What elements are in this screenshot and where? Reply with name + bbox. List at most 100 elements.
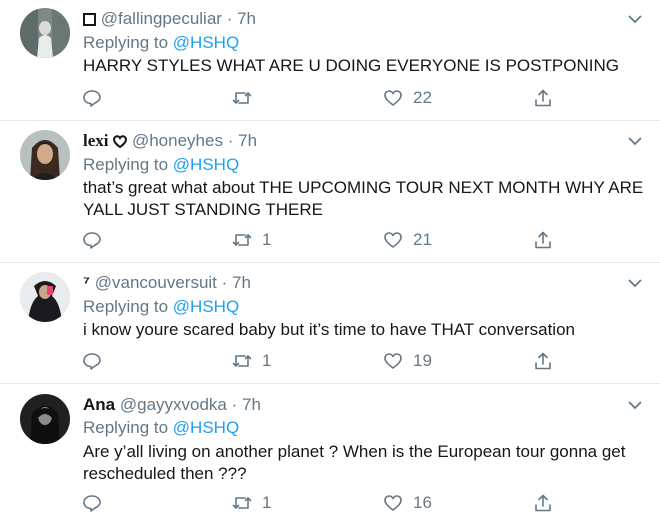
like-count: 16 [413, 493, 432, 512]
share-button[interactable] [533, 227, 553, 253]
display-name[interactable]: lexi [83, 131, 109, 150]
replying-to-label: Replying to [83, 155, 169, 174]
user-handle[interactable]: @vancouversuit [95, 273, 217, 292]
retweet-button[interactable]: 1 [232, 348, 271, 374]
tweet-actions: 1 16 [0, 490, 660, 516]
retweet-button[interactable]: 1 [232, 227, 271, 253]
mention-link[interactable]: @HSHQ [173, 155, 239, 174]
tweet-text-line: i know youre scared baby but it’s time t… [83, 320, 575, 339]
chevron-down-icon[interactable] [626, 396, 644, 414]
timestamp[interactable]: 7h [232, 273, 251, 292]
tweet-text: that’s great what about THE UPCOMING TOU… [83, 177, 653, 221]
replying-to-label: Replying to [83, 297, 169, 316]
chevron-down-icon[interactable] [626, 10, 644, 28]
timestamp[interactable]: 7h [238, 131, 257, 150]
replying-to: Replying to @HSHQ [83, 32, 239, 54]
retweet-count: 1 [262, 493, 272, 512]
like-count: 21 [413, 230, 432, 249]
tweet-text-line: YALL JUST STANDING THERE [83, 200, 323, 219]
replying-to-label: Replying to [83, 33, 169, 52]
heart-icon [384, 232, 402, 248]
heart-outline-icon [113, 132, 128, 154]
user-handle[interactable]: @fallingpeculiar [101, 9, 222, 28]
reply-button[interactable] [82, 348, 102, 374]
tweet-text: Are y’all living on another planet ? Whe… [83, 441, 653, 485]
retweet-button[interactable] [232, 85, 262, 111]
mention-link[interactable]: @HSHQ [173, 297, 239, 316]
divider [0, 383, 660, 384]
display-name[interactable]: Ana [83, 395, 115, 414]
like-button[interactable]: 22 [383, 85, 432, 111]
share-button[interactable] [533, 348, 553, 374]
avatar-image [20, 8, 70, 58]
divider [0, 120, 660, 121]
tweet-text-line: Are y’all living on another planet ? Whe… [83, 442, 626, 461]
reply-button[interactable] [82, 490, 102, 516]
mention-link[interactable]: @HSHQ [173, 418, 239, 437]
tweet-text-line: HARRY STYLES WHAT ARE U DOING EVERYONE I… [83, 56, 619, 75]
avatar-image [20, 394, 70, 444]
avatar[interactable] [20, 272, 70, 322]
replying-to: Replying to @HSHQ [83, 296, 239, 318]
share-button[interactable] [533, 85, 553, 111]
reply-button[interactable] [82, 227, 102, 253]
separator: · [226, 9, 233, 28]
chevron-down-icon[interactable] [626, 132, 644, 150]
reply-icon [83, 353, 101, 370]
timestamp[interactable]: 7h [237, 9, 256, 28]
tweet-header: ⁷ @vancouversuit · 7h [83, 272, 251, 294]
mention-link[interactable]: @HSHQ [173, 33, 239, 52]
like-button[interactable]: 19 [383, 348, 432, 374]
tweet-header: Ana @gayyxvodka · 7h [83, 394, 261, 416]
like-count: 22 [413, 88, 432, 107]
tweet-header: @fallingpeculiar · 7h [83, 8, 256, 30]
avatar-image [20, 272, 70, 322]
user-handle[interactable]: @honeyhes [132, 131, 223, 150]
share-button[interactable] [533, 490, 553, 516]
share-icon [535, 231, 551, 249]
tweet-text-line: that’s great what about THE UPCOMING TOU… [83, 178, 644, 197]
heart-icon [384, 495, 402, 511]
like-count: 19 [413, 351, 432, 370]
avatar[interactable] [20, 8, 70, 58]
heart-icon [384, 90, 402, 106]
retweet-button[interactable]: 1 [232, 490, 271, 516]
reply-icon [83, 90, 101, 107]
retweet-icon [232, 234, 252, 246]
retweet-icon [232, 355, 252, 367]
avatar[interactable] [20, 130, 70, 180]
display-name[interactable]: ⁷ [83, 273, 90, 292]
tweet-actions: 1 19 [0, 348, 660, 374]
replying-to-label: Replying to [83, 418, 169, 437]
share-icon [535, 494, 551, 512]
separator: · [221, 273, 228, 292]
heart-icon [384, 353, 402, 369]
divider [0, 262, 660, 263]
share-icon [535, 352, 551, 370]
tweet-actions: 1 21 [0, 227, 660, 253]
reply-icon [83, 232, 101, 249]
avatar[interactable] [20, 394, 70, 444]
retweet-count: 1 [262, 230, 272, 249]
tweet-text: i know youre scared baby but it’s time t… [83, 319, 653, 341]
tweet-text: HARRY STYLES WHAT ARE U DOING EVERYONE I… [83, 55, 653, 77]
retweet-icon [232, 497, 252, 509]
retweet-icon [232, 92, 252, 104]
reply-feed: @fallingpeculiar · 7h Replying to @HSHQ … [0, 0, 660, 526]
like-button[interactable]: 21 [383, 227, 432, 253]
tweet-header: lexi @honeyhes · 7h [83, 130, 257, 152]
replying-to: Replying to @HSHQ [83, 154, 239, 176]
chevron-down-icon[interactable] [626, 274, 644, 292]
reply-icon [83, 495, 101, 512]
retweet-count: 1 [262, 351, 272, 370]
avatar-image [20, 130, 70, 180]
replying-to: Replying to @HSHQ [83, 417, 239, 439]
like-button[interactable]: 16 [383, 490, 432, 516]
tweet-text-line: rescheduled then ??? [83, 464, 247, 483]
user-handle[interactable]: @gayyxvodka [120, 395, 227, 414]
separator: · [231, 395, 238, 414]
timestamp[interactable]: 7h [242, 395, 261, 414]
tweet-actions: 22 [0, 85, 660, 111]
reply-button[interactable] [82, 85, 102, 111]
square-outline-icon [83, 10, 96, 32]
